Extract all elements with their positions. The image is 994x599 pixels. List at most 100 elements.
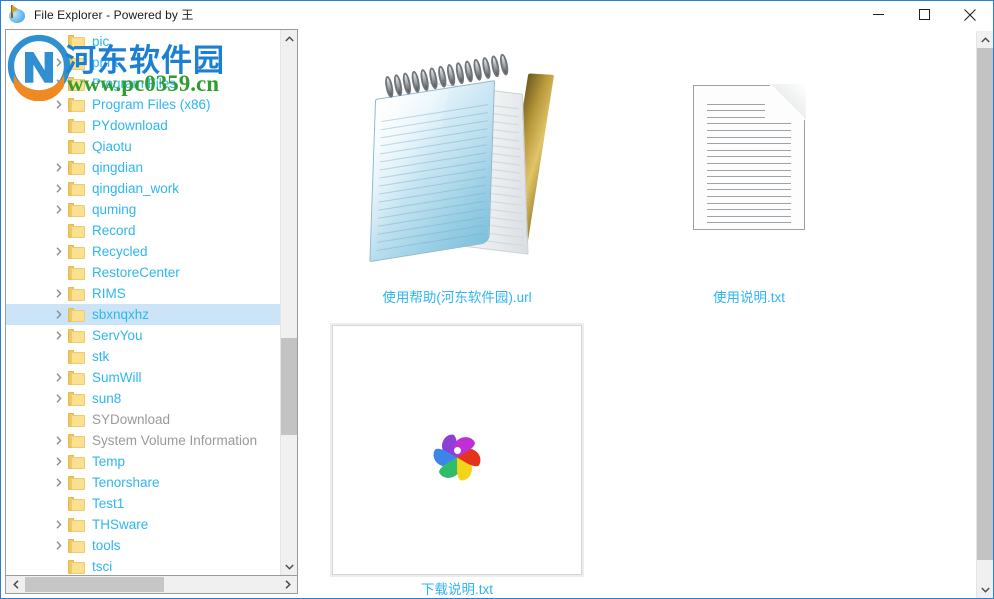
tree-item-label: SumWill <box>92 369 142 385</box>
tree-item-sydownload[interactable]: SYDownload <box>6 409 280 430</box>
folder-icon <box>68 160 85 175</box>
chevron-right-icon[interactable] <box>53 519 65 531</box>
tree-item-label: qingdian <box>92 159 144 175</box>
folder-icon <box>68 391 85 406</box>
content-scroll-track[interactable] <box>977 48 993 581</box>
tree-item-restorecenter[interactable]: RestoreCenter <box>6 262 280 283</box>
tree-item-tsci[interactable]: tsci <box>6 556 280 575</box>
chevron-right-icon[interactable] <box>53 477 65 489</box>
tree-item-quming[interactable]: quming <box>6 199 280 220</box>
tree-item-label: Record <box>92 222 136 238</box>
tree-item-record[interactable]: Record <box>6 220 280 241</box>
tree-item-rims[interactable]: RIMS <box>6 283 280 304</box>
chevron-right-icon[interactable] <box>53 288 65 300</box>
chevron-right-icon[interactable] <box>53 246 65 258</box>
chevron-right-icon[interactable] <box>53 435 65 447</box>
chevron-right-icon[interactable] <box>53 330 65 342</box>
tree-item-sumwill[interactable]: SumWill <box>6 367 280 388</box>
chevron-right-icon[interactable] <box>53 183 65 195</box>
maximize-button[interactable] <box>901 1 947 29</box>
tree-item-qingdian-work[interactable]: qingdian_work <box>6 178 280 199</box>
folder-icon <box>68 202 85 217</box>
tree-item-sun8[interactable]: sun8 <box>6 388 280 409</box>
file-icons-area[interactable]: 使用帮助(河东软件园).url 使用说明.txt 下载说明.txt <box>303 31 976 598</box>
tree-hscroll-thumb[interactable] <box>25 577 165 592</box>
tree-item-thsware[interactable]: THSware <box>6 514 280 535</box>
tree-item-program-files-x86[interactable]: Program Files (x86) <box>6 94 280 115</box>
content-vertical-scrollbar[interactable] <box>976 31 993 598</box>
folder-icon <box>68 118 85 133</box>
file-item-txt[interactable]: 使用说明.txt <box>621 31 877 306</box>
content-scroll-thumb[interactable] <box>977 48 993 560</box>
tree-item-label: SYDownload <box>92 411 171 427</box>
tree-scroll-thumb[interactable] <box>281 338 297 436</box>
tree-item-label: tools <box>92 537 121 553</box>
tree-item-label: RIMS <box>92 285 126 301</box>
tree-hscroll-track[interactable] <box>25 576 278 593</box>
chevron-down-icon[interactable] <box>977 581 993 598</box>
window-controls <box>855 1 993 29</box>
chevron-right-icon[interactable] <box>53 204 65 216</box>
tree-item-qingdian[interactable]: qingdian <box>6 157 280 178</box>
folder-icon <box>68 454 85 469</box>
tree-item-print[interactable]: print <box>6 52 280 73</box>
tree-vertical-scrollbar[interactable] <box>280 30 297 575</box>
tree-item-label: quming <box>92 201 137 217</box>
tree-item-pic[interactable]: pic <box>6 31 280 52</box>
tree-scroll-track[interactable] <box>281 47 297 558</box>
tree-item-qiaotu[interactable]: Qiaotu <box>6 136 280 157</box>
folder-tree-list[interactable]: pic print Program Files Program Files (x86)… <box>6 30 280 575</box>
minimize-icon <box>872 14 884 15</box>
chevron-right-icon[interactable] <box>53 540 65 552</box>
folder-icon <box>68 34 85 49</box>
chevron-right-icon[interactable] <box>53 393 65 405</box>
tree-item-label: sbxnqxhz <box>92 306 150 322</box>
file-item-thumb[interactable]: 下载说明.txt <box>329 325 585 598</box>
folder-icon <box>68 370 85 385</box>
tree-item-test1[interactable]: Test1 <box>6 493 280 514</box>
minimize-button[interactable] <box>855 1 901 29</box>
pinwheel-icon <box>429 425 485 482</box>
close-button[interactable] <box>947 1 993 29</box>
chevron-right-icon[interactable] <box>53 309 65 321</box>
tree-item-stk[interactable]: stk <box>6 346 280 367</box>
tree-item-label: Program Files (x86) <box>92 96 211 112</box>
tree-item-recycled[interactable]: Recycled <box>6 241 280 262</box>
tree-item-label: stk <box>92 348 110 364</box>
tree-item-sbxnqxhz[interactable]: sbxnqxhz <box>6 304 280 325</box>
tree-item-servyou[interactable]: ServYou <box>6 325 280 346</box>
chevron-up-icon[interactable] <box>977 31 993 48</box>
chevron-left-icon[interactable] <box>6 576 25 593</box>
folder-icon <box>68 538 85 553</box>
folder-icon <box>68 55 85 70</box>
tree-item-label: Temp <box>92 453 126 469</box>
tree-item-label: Qiaotu <box>92 138 132 154</box>
tree-item-label: Test1 <box>92 495 125 511</box>
chevron-up-icon[interactable] <box>281 30 297 47</box>
tree-item-program-files[interactable]: Program Files <box>6 73 280 94</box>
folder-icon <box>68 496 85 511</box>
tree-item-pydownload[interactable]: PYdownload <box>6 115 280 136</box>
notepad-icon <box>329 31 585 283</box>
chevron-right-icon[interactable] <box>53 57 65 69</box>
tree-item-tenorshare[interactable]: Tenorshare <box>6 472 280 493</box>
chevron-right-icon[interactable] <box>53 162 65 174</box>
app-globe-flag-icon <box>6 4 28 26</box>
maximize-icon <box>918 9 930 20</box>
chevron-right-icon[interactable] <box>53 99 65 111</box>
tree-item-tools[interactable]: tools <box>6 535 280 556</box>
file-name-label: 下载说明.txt <box>420 582 493 597</box>
file-item-url[interactable]: 使用帮助(河东软件园).url <box>329 31 585 306</box>
file-list-pane: 使用帮助(河东软件园).url 使用说明.txt 下载说明.txt <box>303 29 993 598</box>
chevron-right-icon[interactable] <box>53 372 65 384</box>
tree-item-temp[interactable]: Temp <box>6 451 280 472</box>
chevron-down-icon[interactable] <box>281 558 297 575</box>
tree-item-label: tsci <box>92 558 113 574</box>
chevron-right-icon[interactable] <box>53 456 65 468</box>
folder-tree-frame: pic print Program Files Program Files (x86)… <box>5 29 298 575</box>
tree-item-system-volume-information[interactable]: System Volume Information <box>6 430 280 451</box>
tree-horizontal-scrollbar[interactable] <box>5 575 298 594</box>
chevron-right-icon[interactable] <box>278 576 297 593</box>
tree-item-label: THSware <box>92 516 149 532</box>
chevron-right-icon[interactable] <box>53 78 65 90</box>
